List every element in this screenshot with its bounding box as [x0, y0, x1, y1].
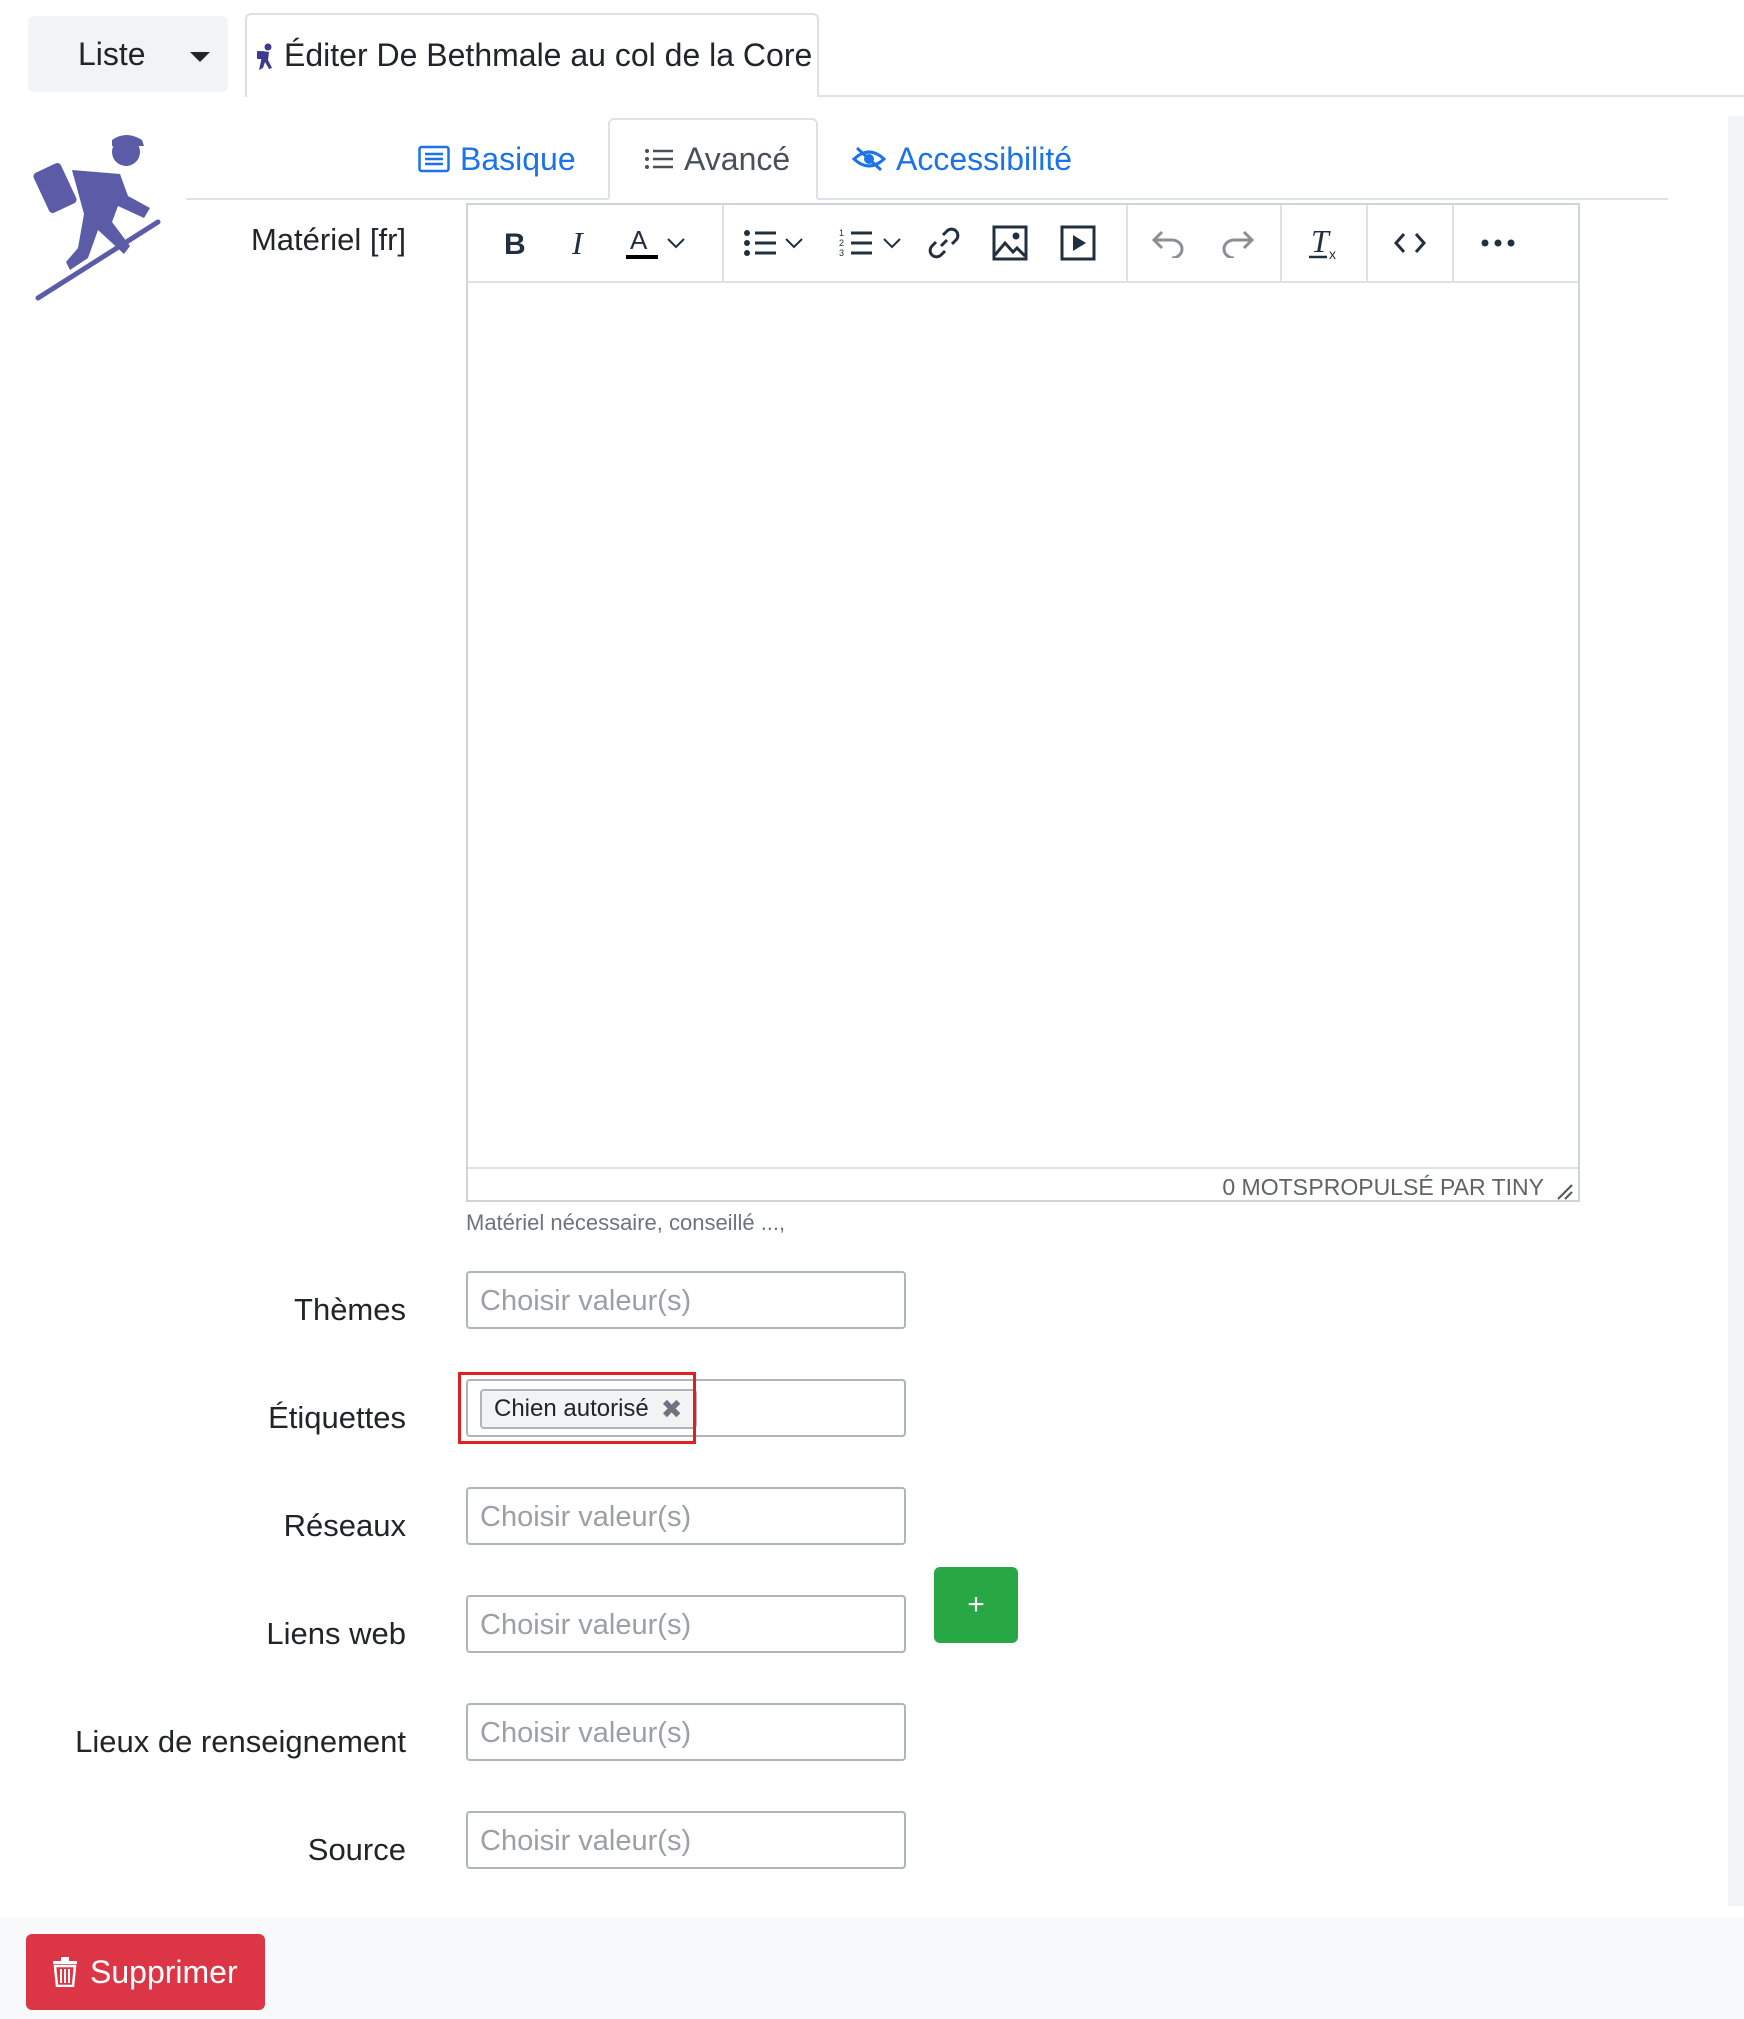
svg-text:2: 2: [839, 238, 844, 248]
bullet-list-icon[interactable]: [736, 219, 784, 267]
web-links-placeholder: Choisir valeur(s): [480, 1609, 692, 1641]
tab-accessibility[interactable]: Accessibilité: [852, 118, 1072, 200]
labels-label: Étiquettes: [268, 1400, 406, 1435]
themes-placeholder: Choisir valeur(s): [480, 1285, 692, 1317]
remove-format-icon[interactable]: Tx: [1300, 219, 1348, 267]
toolbar-separator: [1126, 205, 1128, 281]
networks-label: Réseaux: [283, 1508, 406, 1543]
editor-toolbar: B I A 123 T x: [468, 205, 1578, 283]
tab-edit-label: Éditer De Bethmale au col de la Core: [284, 37, 813, 73]
list-dropdown-label: Liste: [78, 36, 146, 72]
editor-statusbar: 0 MOTS PROPULSÉ PAR TINY: [468, 1167, 1578, 1202]
redo-icon[interactable]: [1214, 219, 1262, 267]
svg-text:B: B: [504, 228, 526, 258]
link-icon[interactable]: [920, 219, 968, 267]
text-color-icon[interactable]: A: [618, 219, 666, 267]
material-label: Matériel [fr]: [250, 222, 406, 257]
media-icon[interactable]: [1054, 219, 1102, 267]
delete-button[interactable]: Supprimer: [26, 1934, 265, 2010]
svg-text:A: A: [630, 225, 648, 255]
networks-placeholder: Choisir valeur(s): [480, 1501, 692, 1533]
tab-advanced[interactable]: Avancé: [608, 118, 818, 200]
svg-text:3: 3: [839, 248, 844, 258]
word-count: 0 MOTS: [1222, 1174, 1308, 1200]
chevron-down-icon[interactable]: [664, 219, 688, 267]
hiker-icon: [33, 135, 161, 301]
tab-advanced-label: Avancé: [684, 140, 791, 177]
material-help-text: Matériel nécessaire, conseillé ...,: [466, 1210, 786, 1235]
top-tab-bar: Liste Éditer De Bethmale au col de la Co…: [0, 0, 1744, 98]
svg-text:1: 1: [839, 228, 844, 238]
toolbar-separator: [1280, 205, 1282, 281]
toolbar-separator: [1452, 205, 1454, 281]
web-links-select[interactable]: Choisir valeur(s): [466, 1595, 906, 1653]
source-select[interactable]: Choisir valeur(s): [466, 1811, 906, 1869]
info-places-select[interactable]: Choisir valeur(s): [466, 1703, 906, 1761]
chevron-down-icon[interactable]: [880, 219, 904, 267]
tab-basic[interactable]: Basique: [418, 118, 576, 200]
toolbar-separator: [722, 205, 724, 281]
svg-text:x: x: [1329, 246, 1336, 262]
eye-slash-icon: [852, 146, 886, 172]
numbered-list-icon[interactable]: 123: [832, 219, 880, 267]
tab-bar-divider: [818, 95, 1744, 97]
networks-select[interactable]: Choisir valeur(s): [466, 1487, 906, 1545]
more-icon[interactable]: [1474, 219, 1522, 267]
italic-icon[interactable]: I: [556, 219, 604, 267]
themes-label: Thèmes: [294, 1292, 406, 1327]
svg-text:T: T: [1311, 224, 1331, 259]
list-icon: [418, 145, 450, 173]
caret-down-icon: [190, 52, 210, 62]
image-icon[interactable]: [986, 219, 1034, 267]
source-placeholder: Choisir valeur(s): [480, 1825, 692, 1857]
hiker-icon: [257, 43, 272, 70]
toolbar-separator: [1366, 205, 1368, 281]
powered-by-link[interactable]: PROPULSÉ PAR TINY: [1308, 1174, 1544, 1201]
highlight-box: [458, 1372, 696, 1444]
info-places-label: Lieux de renseignement: [75, 1724, 406, 1759]
list-dropdown-button[interactable]: Liste: [28, 16, 228, 92]
chevron-down-icon[interactable]: [782, 219, 806, 267]
info-places-placeholder: Choisir valeur(s): [480, 1717, 692, 1749]
delete-button-label: Supprimer: [90, 1953, 238, 1990]
trash-icon: [53, 1957, 77, 1987]
bold-icon[interactable]: B: [490, 219, 538, 267]
resize-handle-icon[interactable]: [1556, 1183, 1574, 1201]
svg-text:I: I: [571, 228, 584, 258]
web-links-label: Liens web: [266, 1616, 406, 1651]
scrollbar-track[interactable]: [1728, 116, 1744, 1906]
undo-icon[interactable]: [1144, 219, 1192, 267]
material-editor[interactable]: B I A 123 T x 0 MOTS PROPULSÉ PAR TINY: [466, 203, 1580, 1202]
tab-edit[interactable]: Éditer De Bethmale au col de la Core: [245, 13, 819, 97]
add-web-link-button[interactable]: +: [934, 1567, 1018, 1643]
tab-accessibility-label: Accessibilité: [896, 140, 1073, 177]
source-label: Source: [307, 1832, 406, 1867]
list-ul-icon: [645, 149, 673, 169]
themes-select[interactable]: Choisir valeur(s): [466, 1271, 906, 1329]
tab-basic-label: Basique: [460, 140, 576, 177]
code-icon[interactable]: [1386, 219, 1434, 267]
